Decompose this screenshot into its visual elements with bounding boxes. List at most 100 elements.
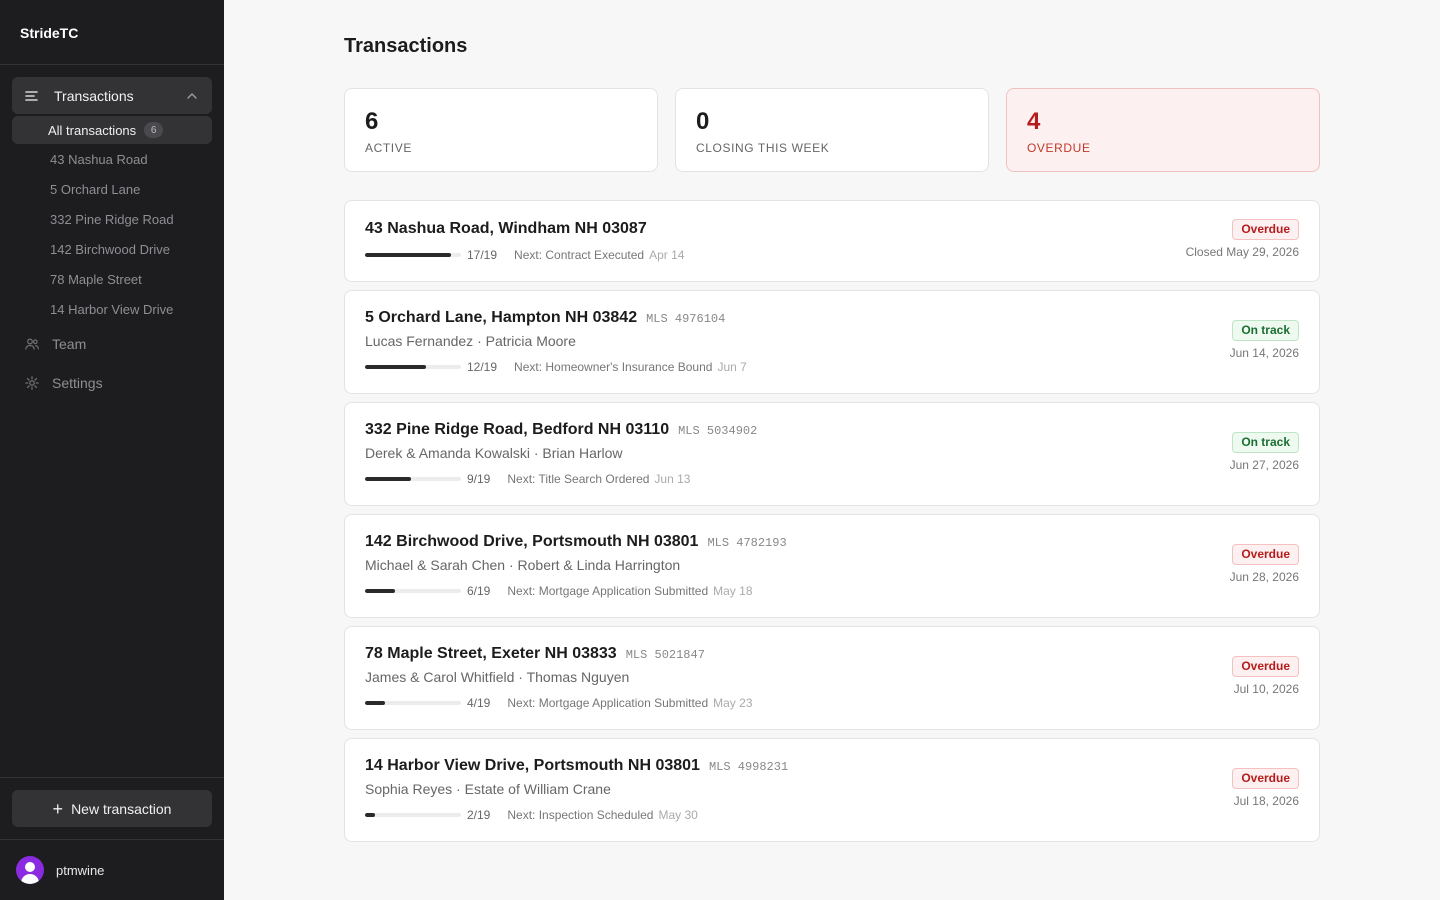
closing-date: Jul 18, 2026	[1233, 794, 1299, 808]
transaction-card[interactable]: 5 Orchard Lane, Hampton NH 03842 MLS 497…	[344, 290, 1320, 394]
progress-bar	[365, 365, 461, 369]
count-badge: 6	[144, 122, 164, 138]
transaction-card[interactable]: 78 Maple Street, Exeter NH 03833 MLS 502…	[344, 626, 1320, 730]
transaction-card[interactable]: 332 Pine Ridge Road, Bedford NH 03110 ML…	[344, 402, 1320, 506]
next-step: Next: Title Search Ordered	[507, 472, 650, 486]
gear-icon	[24, 375, 40, 391]
mls-number: MLS 5034902	[678, 424, 758, 438]
new-transaction-label: New transaction	[71, 800, 172, 817]
next-step: Next: Mortgage Application Submitted	[507, 584, 709, 598]
transaction-address: 43 Nashua Road, Windham NH 03087	[365, 220, 647, 237]
transaction-address: 332 Pine Ridge Road, Bedford NH 03110	[365, 421, 670, 438]
stats-row: 6 ACTIVE 0 CLOSING THIS WEEK 4 OVERDUE	[344, 88, 1320, 172]
nav-sub-item[interactable]: 14 Harbor View Drive	[12, 294, 212, 324]
status-badge: Overdue	[1232, 656, 1299, 677]
transaction-parties: Derek & Amanda Kowalski · Brian Harlow	[365, 445, 623, 461]
next-step-date: May 18	[713, 584, 753, 598]
nav-settings[interactable]: Settings	[12, 363, 212, 402]
sidebar-footer: + New transaction ptmwine	[0, 777, 224, 900]
mls-number: MLS 4976104	[646, 312, 726, 326]
progress-fraction: 17/19	[467, 248, 498, 262]
transaction-address: 14 Harbor View Drive, Portsmouth NH 0380…	[365, 757, 700, 774]
status-badge: On track	[1232, 432, 1299, 453]
nav-team-label: Team	[52, 335, 87, 352]
stat-active[interactable]: 6 ACTIVE	[344, 88, 658, 172]
stat-overdue[interactable]: 4 OVERDUE	[1006, 88, 1320, 172]
transaction-parties: Lucas Fernandez · Patricia Moore	[365, 333, 576, 349]
mls-number: MLS 4998231	[708, 760, 789, 774]
plus-icon: +	[52, 798, 64, 819]
stat-value: 4	[1027, 108, 1041, 135]
user-menu[interactable]: ptmwine	[0, 839, 224, 900]
next-step-date: Jun 13	[654, 472, 691, 486]
next-step: Next: Contract Executed	[514, 248, 645, 262]
username: ptmwine	[56, 862, 105, 878]
nav-transactions[interactable]: Transactions	[12, 77, 212, 114]
progress-fraction: 12/19	[467, 360, 498, 374]
nav-sub-item[interactable]: 332 Pine Ridge Road	[12, 204, 212, 234]
stat-value: 6	[365, 108, 379, 135]
team-icon	[24, 336, 40, 352]
closing-date: Jun 14, 2026	[1229, 346, 1299, 360]
nav-team[interactable]: Team	[12, 324, 212, 363]
closing-date: Jul 10, 2026	[1233, 682, 1299, 696]
avatar	[16, 856, 44, 884]
stat-label: OVERDUE	[1027, 141, 1091, 155]
stat-label: ACTIVE	[365, 141, 412, 155]
brand-logo: StrideTC	[0, 0, 224, 65]
next-step-date: Jun 7	[717, 360, 747, 374]
status-badge: Overdue	[1232, 219, 1299, 240]
nav-sub-item[interactable]: 5 Orchard Lane	[12, 174, 212, 204]
nav-all-transactions-label: All transactions	[48, 122, 137, 138]
stat-closing-this-week[interactable]: 0 CLOSING THIS WEEK	[675, 88, 989, 172]
transaction-card[interactable]: 43 Nashua Road, Windham NH 03087 17/19 N…	[344, 200, 1320, 282]
next-step: Next: Homeowner's Insurance Bound	[514, 360, 713, 374]
new-transaction-wrap: + New transaction	[0, 777, 224, 839]
progress-bar	[365, 813, 461, 817]
nav-all-transactions[interactable]: All transactions 6	[12, 116, 212, 144]
next-step-date: May 30	[658, 808, 698, 822]
next-step: Next: Mortgage Application Submitted	[507, 696, 709, 710]
next-step-date: Apr 14	[649, 248, 685, 262]
chevron-up-icon[interactable]	[184, 88, 200, 104]
transaction-parties: James & Carol Whitfield · Thomas Nguyen	[365, 669, 630, 685]
progress-bar	[365, 253, 461, 257]
closing-date: Jun 27, 2026	[1229, 458, 1299, 472]
mls-number: MLS 5021847	[625, 648, 705, 662]
status-badge: Overdue	[1232, 768, 1299, 789]
nav-transactions-label: Transactions	[54, 87, 134, 104]
page-title: Transactions	[344, 35, 468, 57]
new-transaction-button[interactable]: + New transaction	[12, 790, 212, 827]
nav-settings-label: Settings	[52, 374, 103, 391]
nav-sub-item[interactable]: 43 Nashua Road	[12, 144, 212, 174]
progress-bar	[365, 477, 461, 481]
transaction-address: 5 Orchard Lane, Hampton NH 03842	[365, 309, 638, 326]
progress-fraction: 6/19	[467, 584, 491, 598]
transaction-card[interactable]: 14 Harbor View Drive, Portsmouth NH 0380…	[344, 738, 1320, 842]
progress-fraction: 4/19	[467, 696, 491, 710]
transaction-parties: Sophia Reyes · Estate of William Crane	[365, 781, 611, 797]
sidebar: StrideTC Transactions All transactions 6…	[0, 0, 224, 900]
progress-bar	[365, 589, 461, 593]
next-step: Next: Inspection Scheduled	[507, 808, 654, 822]
sidebar-nav: Transactions All transactions 6 43 Nashu…	[0, 65, 224, 402]
transaction-address: 78 Maple Street, Exeter NH 03833	[365, 645, 617, 662]
main-content: Transactions 6 ACTIVE 0 CLOSING THIS WEE…	[224, 0, 1440, 900]
status-badge: Overdue	[1232, 544, 1299, 565]
transaction-list: 43 Nashua Road, Windham NH 03087 17/19 N…	[344, 200, 1320, 842]
transaction-address: 142 Birchwood Drive, Portsmouth NH 03801	[365, 533, 699, 550]
mls-number: MLS 4782193	[707, 536, 787, 550]
status-badge: On track	[1232, 320, 1299, 341]
progress-fraction: 9/19	[467, 472, 491, 486]
closing-date: Closed May 29, 2026	[1185, 245, 1299, 259]
transaction-card[interactable]: 142 Birchwood Drive, Portsmouth NH 03801…	[344, 514, 1320, 618]
nav-sub-item[interactable]: 142 Birchwood Drive	[12, 234, 212, 264]
progress-fraction: 2/19	[467, 808, 491, 822]
nav-sub-item[interactable]: 78 Maple Street	[12, 264, 212, 294]
closing-date: Jun 28, 2026	[1229, 570, 1299, 584]
transaction-parties: Michael & Sarah Chen · Robert & Linda Ha…	[365, 557, 681, 573]
stat-value: 0	[696, 108, 710, 135]
list-icon	[24, 88, 40, 104]
next-step-date: May 23	[713, 696, 753, 710]
stat-label: CLOSING THIS WEEK	[696, 141, 830, 155]
